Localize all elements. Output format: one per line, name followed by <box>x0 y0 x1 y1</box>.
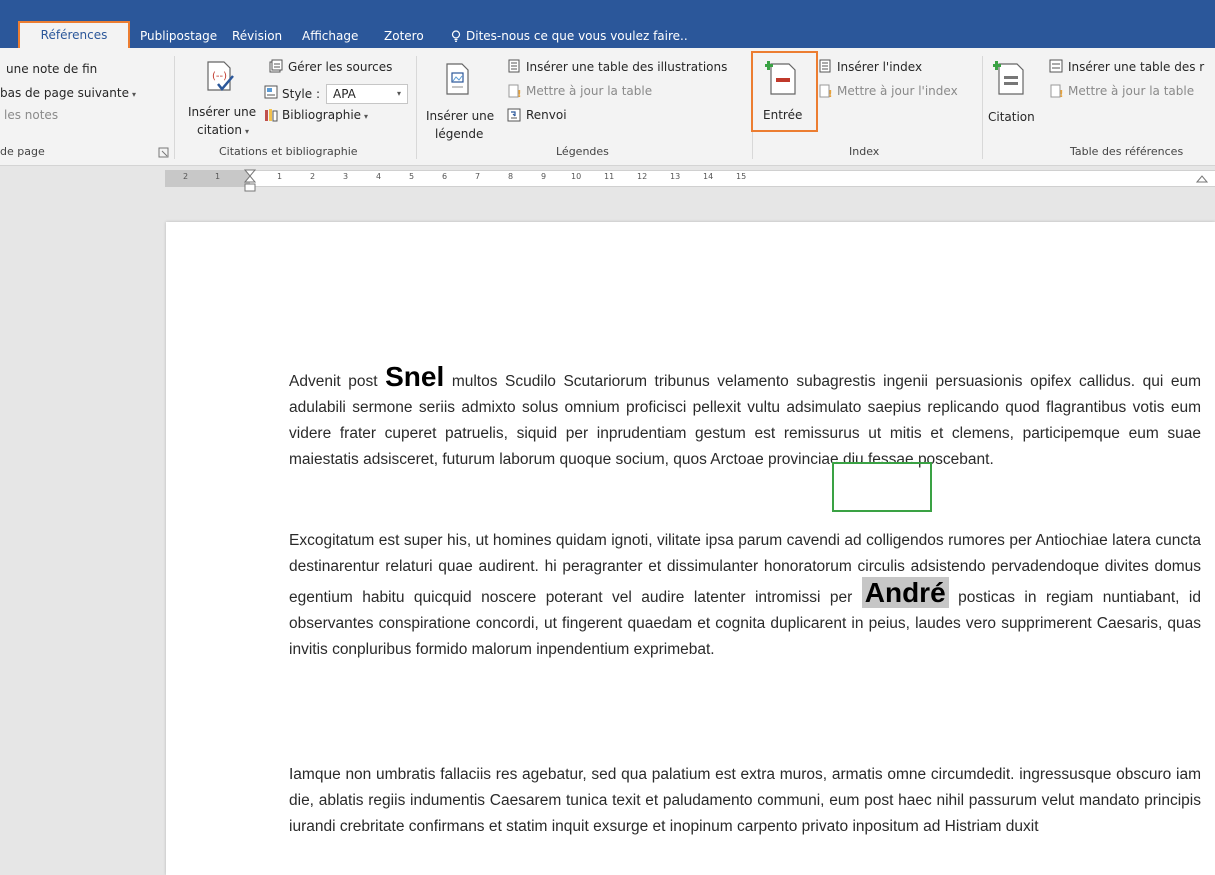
ruler-number: 3 <box>343 172 349 181</box>
ruler-number: 2 <box>310 172 316 181</box>
style-value: APA <box>333 87 356 101</box>
update-table-of-authorities-button[interactable]: Mettre à jour la table <box>1068 83 1194 99</box>
insert-caption-label-2: légende <box>435 127 484 141</box>
svg-text:(--): (--) <box>212 71 227 82</box>
update-table-of-authorities-icon: ! <box>1050 84 1063 98</box>
tab-review[interactable]: Révision <box>232 24 282 48</box>
ribbon-tab-bar: Références Publipostage Révision Afficha… <box>0 0 1215 48</box>
show-notes-button[interactable]: les notes <box>4 107 58 123</box>
selected-word-andre[interactable]: André <box>861 577 949 608</box>
entree-highlight-box <box>751 51 818 132</box>
paragraph-3: Iamque non umbratis fallaciis res agebat… <box>289 766 1201 835</box>
style-label: Style : <box>282 87 320 101</box>
tell-me-text: Dites-nous ce que vous voulez faire.. <box>466 29 688 43</box>
citation-style-select[interactable]: Style : APA ▾ <box>276 84 408 104</box>
table-of-figures-icon <box>508 59 520 73</box>
mark-citation-icon <box>993 61 1024 95</box>
update-table-icon: ! <box>508 84 521 98</box>
insert-table-of-authorities-icon <box>1049 59 1063 73</box>
insert-citation-label-2: citation <box>197 123 242 137</box>
bibliography-icon <box>265 109 278 122</box>
ruler-left-margin <box>165 170 250 187</box>
group-separator <box>982 56 983 159</box>
group-separator <box>416 56 417 159</box>
table-of-authorities-group-label: Table des références <box>1070 145 1184 158</box>
ruler-number: 10 <box>571 172 582 181</box>
right-indent-marker-icon[interactable] <box>1196 169 1208 183</box>
andre-highlight-box <box>832 462 932 512</box>
ruler-number: 6 <box>442 172 448 181</box>
insert-index-icon <box>819 59 831 73</box>
tell-me-box[interactable]: Dites-nous ce que vous voulez faire.. <box>451 24 688 48</box>
ruler-bar <box>165 170 1215 187</box>
insert-caption-label-1: Insérer une <box>426 109 495 123</box>
update-table-button[interactable]: Mettre à jour la table <box>526 83 652 99</box>
ruler-number: 2 <box>183 172 189 181</box>
mark-citation-button[interactable]: Citation <box>985 54 1043 140</box>
insert-index-button[interactable]: Insérer l'index <box>837 59 922 75</box>
index-group-label: Index <box>849 145 880 158</box>
footnotes-group-label: de page <box>0 145 45 158</box>
insert-citation-button[interactable]: (--) Insérer une citation ▾ <box>184 56 258 142</box>
insert-table-of-authorities-button[interactable]: Insérer une table des r <box>1068 59 1204 75</box>
chevron-down-icon: ▾ <box>396 89 401 98</box>
insert-citation-label-1: Insérer une <box>188 105 257 119</box>
svg-text:!: ! <box>1059 89 1063 98</box>
cross-reference-button[interactable]: Renvoi <box>526 107 567 123</box>
ruler-number: 12 <box>637 172 648 181</box>
group-separator <box>174 56 175 159</box>
svg-text:!: ! <box>517 89 521 98</box>
dialog-launcher-icon[interactable] <box>158 147 169 158</box>
chevron-down-icon: ▾ <box>131 90 136 99</box>
ribbon: une note de fin bas de page suivante ▾ le… <box>0 48 1215 166</box>
paragraph-1: Advenit post Snel multos Scudilo Scutari… <box>289 361 1201 473</box>
manage-sources-icon <box>269 59 283 73</box>
document-page[interactable]: Advenit post Snel multos Scudilo Scutari… <box>166 222 1215 875</box>
horizontal-ruler[interactable]: 2 1 1 2 3 4 5 6 7 8 9 10 11 12 13 14 15 <box>0 166 1215 202</box>
ruler-number: 14 <box>703 172 714 181</box>
ruler-number: 4 <box>376 172 382 181</box>
bibliography-label: Bibliographie <box>282 108 362 122</box>
insert-caption-button[interactable]: Insérer une légende <box>422 56 498 142</box>
tab-zotero[interactable]: Zotero <box>384 24 424 48</box>
highlighted-word-snel[interactable]: Snel <box>385 361 444 392</box>
chevron-down-icon: ▾ <box>364 112 369 121</box>
captions-group-label: Légendes <box>556 145 609 158</box>
ruler-number: 9 <box>541 172 547 181</box>
insert-caption-icon <box>446 63 469 95</box>
next-footnote-label: bas de page suivante <box>0 86 129 100</box>
lightbulb-icon <box>451 30 461 42</box>
tab-references[interactable]: Références <box>18 21 130 48</box>
paragraph-1-start: Advenit post <box>289 373 386 390</box>
bibliography-button[interactable]: Bibliographie ▾ <box>282 107 368 125</box>
update-index-icon: ! <box>819 84 832 98</box>
tab-view[interactable]: Affichage <box>302 24 358 48</box>
chevron-down-icon: ▾ <box>244 127 249 136</box>
citations-group-label: Citations et bibliographie <box>219 145 358 158</box>
update-index-button[interactable]: Mettre à jour l'index <box>837 83 958 99</box>
svg-text:!: ! <box>828 89 832 98</box>
ruler-number: 15 <box>736 172 747 181</box>
ruler-number: 8 <box>508 172 514 181</box>
insert-table-of-figures-button[interactable]: Insérer une table des illustrations <box>526 59 727 75</box>
manage-sources-button[interactable]: Gérer les sources <box>288 59 392 75</box>
insert-citation-icon: (--) <box>207 61 234 91</box>
ruler-number: 11 <box>604 172 615 181</box>
ruler-number: 1 <box>215 172 221 181</box>
cross-reference-icon <box>507 108 521 122</box>
mark-citation-label: Citation <box>988 110 1035 124</box>
next-footnote-button[interactable]: bas de page suivante ▾ <box>0 85 136 103</box>
insert-endnote-button[interactable]: une note de fin <box>6 61 97 77</box>
indent-marker-icon[interactable] <box>244 169 256 195</box>
style-value-box[interactable]: APA ▾ <box>326 84 408 104</box>
tab-mailings[interactable]: Publipostage <box>140 24 217 48</box>
ruler-number: 1 <box>277 172 283 181</box>
ruler-number: 7 <box>475 172 481 181</box>
ruler-number: 5 <box>409 172 415 181</box>
paragraph-2: Excogitatum est super his, ut homines qu… <box>289 528 1201 663</box>
ruler-number: 13 <box>670 172 681 181</box>
